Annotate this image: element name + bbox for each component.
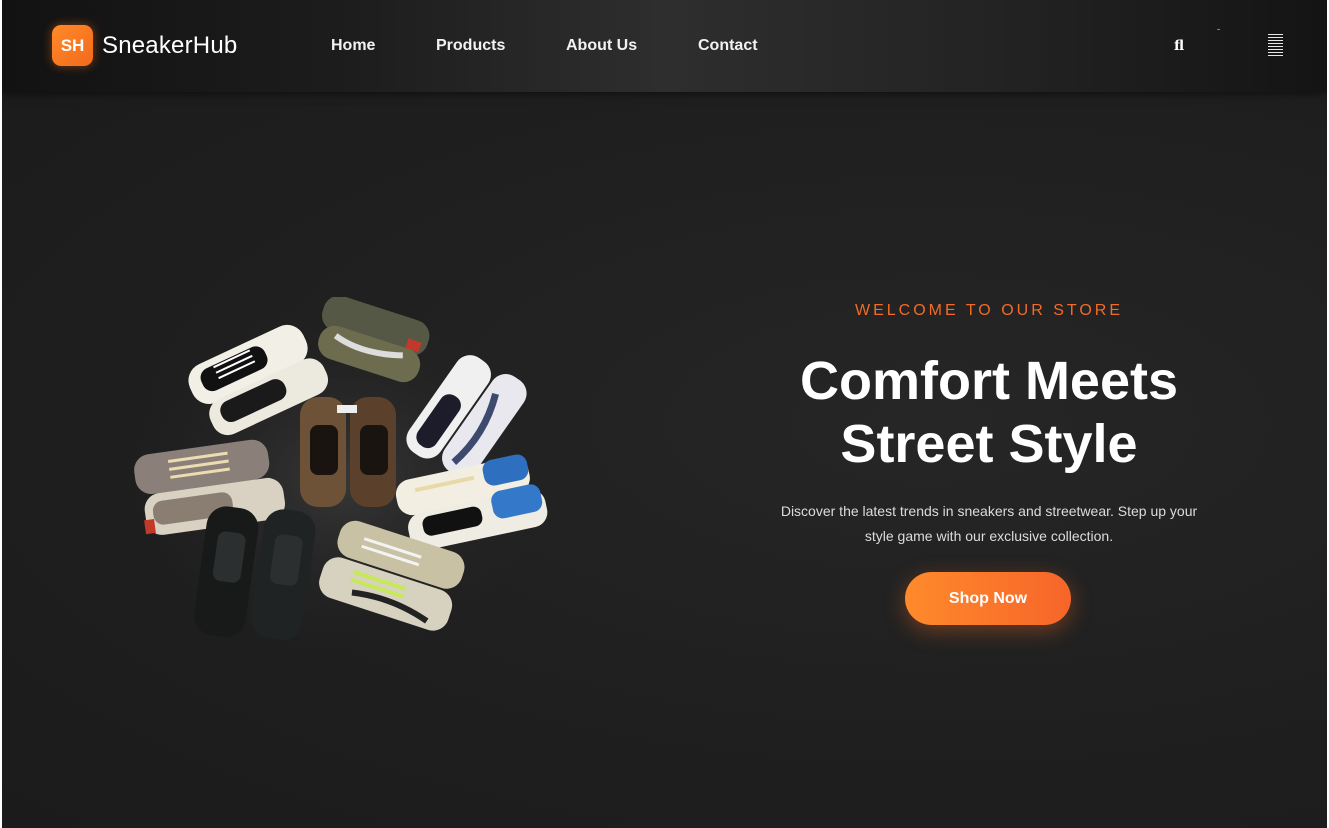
hero-tagline: WELCOME TO OUR STORE bbox=[854, 302, 1124, 319]
logo-badge: SH bbox=[52, 25, 93, 66]
search-icon[interactable]: fl bbox=[1174, 38, 1184, 54]
cart-icon[interactable]: ˉ bbox=[1217, 28, 1220, 39]
hero-headline: Comfort Meets Street Style bbox=[722, 350, 1256, 476]
hero-section: WELCOME TO OUR STORE Comfort Meets Stree… bbox=[2, 92, 1327, 828]
menu-icon[interactable] bbox=[1268, 34, 1283, 58]
nav-about-us[interactable]: About Us bbox=[566, 37, 637, 55]
hero-description: Discover the latest trends in sneakers a… bbox=[780, 503, 1198, 544]
nav-home[interactable]: Home bbox=[331, 37, 375, 55]
logo[interactable]: SH SneakerHub bbox=[52, 25, 237, 66]
shop-now-button[interactable]: Shop Now bbox=[905, 572, 1071, 625]
nav-contact[interactable]: Contact bbox=[698, 37, 758, 55]
sneaker-collection-image bbox=[122, 297, 567, 662]
brand-name: SneakerHub bbox=[102, 31, 238, 59]
page-frame: SH SneakerHub Home Products About Us Con… bbox=[2, 0, 1327, 828]
site-header: SH SneakerHub Home Products About Us Con… bbox=[2, 0, 1327, 92]
headline-line-2: Street Style bbox=[840, 414, 1138, 474]
nav-products[interactable]: Products bbox=[436, 37, 505, 55]
headline-line-1: Comfort Meets bbox=[799, 351, 1179, 411]
